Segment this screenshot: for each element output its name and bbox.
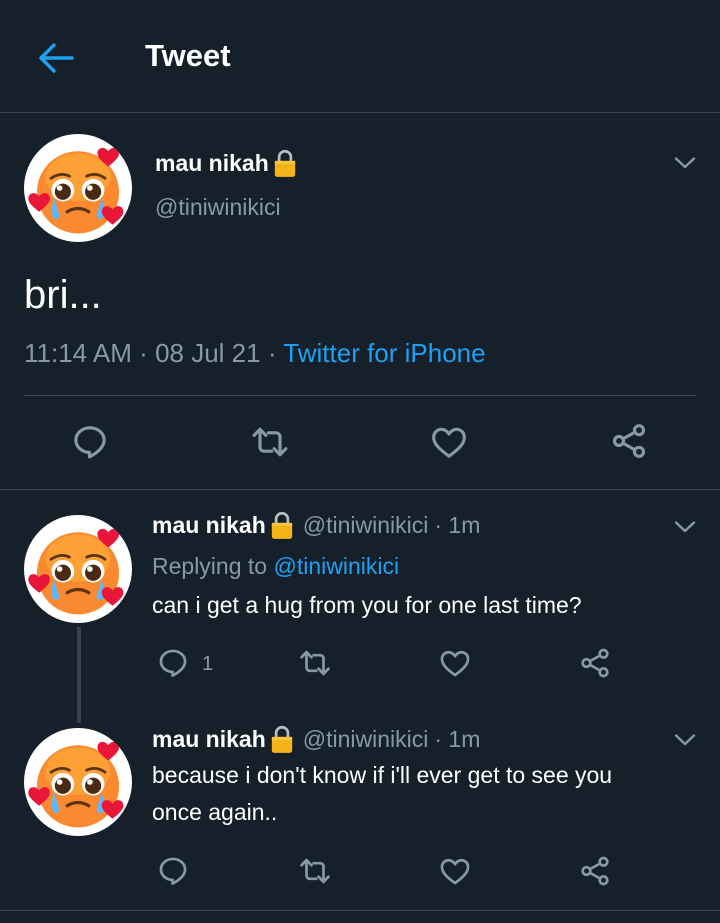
meta-sep: · — [267, 338, 277, 368]
reply-icon[interactable] — [156, 854, 190, 888]
chevron-down-icon[interactable] — [674, 156, 696, 175]
tweet-text: bri... — [24, 273, 102, 317]
author-name[interactable]: mau nikah — [152, 726, 266, 753]
pleading-face-emoji — [24, 134, 132, 242]
author-handle[interactable]: @tiniwinikici — [155, 194, 281, 221]
like-icon[interactable] — [438, 646, 472, 680]
reply-header: mau nikah @tiniwinikici · 1m — [152, 510, 480, 540]
author-name[interactable]: mau nikah — [152, 512, 266, 539]
reply-text-line-1: because i don't know if i'll ever get to… — [152, 762, 613, 788]
top-bar — [0, 0, 720, 113]
chevron-down-icon[interactable] — [674, 520, 696, 539]
tweet-date: 08 Jul 21 — [155, 338, 261, 368]
lock-icon — [269, 724, 295, 754]
author-name[interactable]: mau nikah — [155, 148, 298, 178]
pleading-face-emoji — [24, 728, 132, 836]
back-arrow-icon[interactable] — [36, 40, 76, 76]
tweet-time: 11:14 AM — [24, 338, 132, 368]
divider — [24, 395, 696, 396]
replying-to: Replying to @tiniwinikici — [152, 553, 399, 580]
avatar[interactable] — [24, 515, 132, 623]
chevron-down-icon[interactable] — [674, 733, 696, 752]
tweet-age: · 1m — [434, 511, 481, 538]
replying-to-label: Replying to — [152, 553, 268, 579]
reply-icon[interactable] — [156, 646, 190, 680]
meta-sep: · — [139, 338, 148, 368]
reply-text: can i get a hug from you for one last ti… — [152, 592, 582, 618]
page-title: Tweet — [145, 38, 231, 73]
share-icon[interactable] — [609, 421, 649, 461]
thread-line — [77, 627, 81, 723]
tweet-age: · 1m — [434, 725, 481, 752]
tweet-meta: 11:14 AM · 08 Jul 21 · Twitter for iPhon… — [24, 338, 486, 369]
replying-to-handle[interactable]: @tiniwinikici — [273, 553, 399, 579]
lock-icon — [269, 510, 295, 540]
reply-icon[interactable] — [70, 422, 110, 462]
divider — [0, 910, 720, 911]
share-icon[interactable] — [578, 854, 612, 888]
tweet-source[interactable]: Twitter for iPhone — [283, 338, 485, 368]
author-handle[interactable]: @tiniwinikici — [303, 726, 429, 753]
avatar[interactable] — [24, 728, 132, 836]
retweet-icon[interactable] — [298, 854, 332, 888]
pleading-face-emoji — [24, 515, 132, 623]
author-handle[interactable]: @tiniwinikici — [303, 512, 429, 539]
reply-count: 1 — [202, 653, 214, 675]
author-name-text: mau nikah — [155, 149, 269, 176]
divider — [0, 489, 720, 490]
lock-icon — [272, 148, 298, 178]
like-icon[interactable] — [438, 854, 472, 888]
reply-text-line-2: once again.. — [152, 799, 278, 825]
like-icon[interactable] — [429, 422, 469, 462]
retweet-icon[interactable] — [250, 422, 290, 462]
share-icon[interactable] — [578, 646, 612, 680]
retweet-icon[interactable] — [298, 646, 332, 680]
reply-header: mau nikah @tiniwinikici · 1m — [152, 724, 480, 754]
avatar[interactable] — [24, 134, 132, 242]
